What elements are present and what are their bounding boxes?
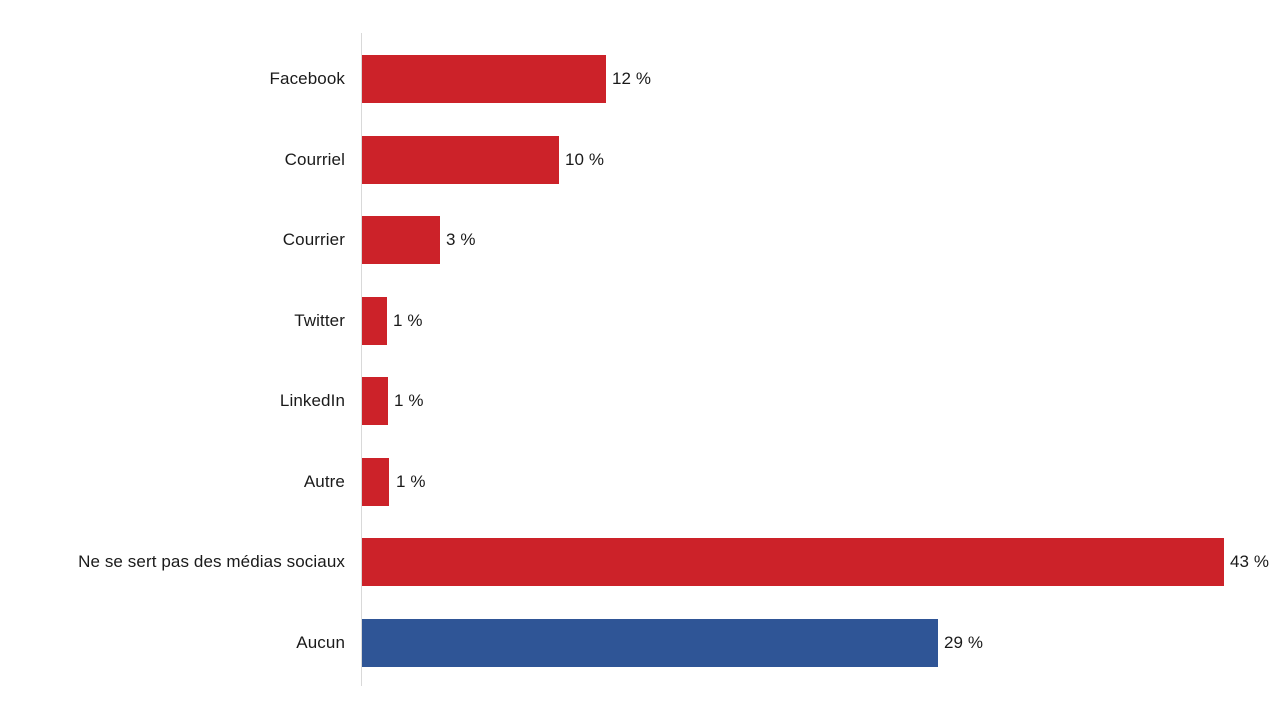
category-label-linkedin: LinkedIn (279, 391, 345, 410)
category-label-ne-se-sert-pas-des-medias-sociaux: Ne se sert pas des médias sociaux (78, 552, 345, 571)
value-label-linkedin: 1 % (394, 391, 424, 410)
value-label-aucun: 29 % (944, 633, 984, 652)
category-label-autre: Autre (303, 472, 345, 491)
category-label-aucun: Aucun (296, 633, 345, 652)
value-label-courriel: 10 % (565, 150, 605, 169)
plot-area: Facebook 12 % Courriel 10 % Courrier 3 %… (0, 0, 1280, 720)
bar-row: Aucun 29 % (0, 619, 1280, 667)
bar-row: Autre 1 % (0, 458, 1280, 506)
bar-row: Ne se sert pas des médias sociaux 43 % (0, 538, 1280, 586)
value-label-courrier: 3 % (446, 230, 476, 249)
bar-facebook[interactable] (362, 55, 606, 103)
bar-chart: Facebook 12 % Courriel 10 % Courrier 3 %… (0, 0, 1280, 720)
value-label-ne-se-sert-pas-des-medias-sociaux: 43 % (1230, 552, 1270, 571)
value-label-twitter: 1 % (393, 311, 423, 330)
bar-row: Twitter 1 % (0, 297, 1280, 345)
bar-row: Courrier 3 % (0, 216, 1280, 264)
category-label-courriel: Courriel (284, 150, 345, 169)
bar-autre[interactable] (362, 458, 389, 506)
bar-aucun[interactable] (362, 619, 938, 667)
value-label-autre: 1 % (396, 472, 426, 491)
category-label-twitter: Twitter (294, 311, 345, 330)
bar-linkedin[interactable] (362, 377, 388, 425)
bar-row: Courriel 10 % (0, 136, 1280, 184)
category-label-facebook: Facebook (269, 69, 345, 88)
bar-courrier[interactable] (362, 216, 440, 264)
bar-courriel[interactable] (362, 136, 559, 184)
bar-row: Facebook 12 % (0, 55, 1280, 103)
category-label-courrier: Courrier (282, 230, 345, 249)
bar-twitter[interactable] (362, 297, 387, 345)
bar-row: LinkedIn 1 % (0, 377, 1280, 425)
value-label-facebook: 12 % (612, 69, 652, 88)
bar-ne-se-sert-pas-des-medias-sociaux[interactable] (362, 538, 1224, 586)
